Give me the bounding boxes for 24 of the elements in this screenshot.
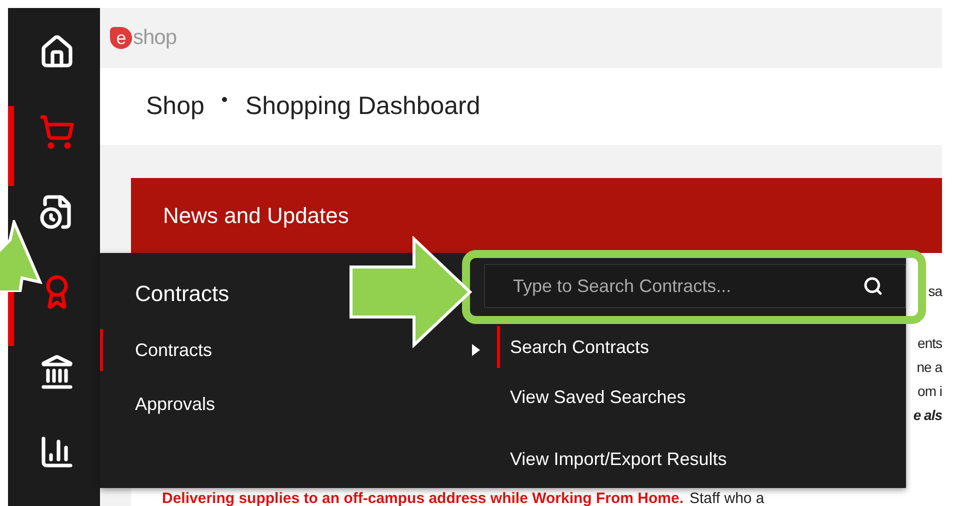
news-text: ne a <box>916 358 942 377</box>
search-icon[interactable] <box>863 276 883 296</box>
cart-icon <box>39 114 75 150</box>
news-text: om i <box>918 382 942 401</box>
caret-icon <box>472 344 480 356</box>
breadcrumb-item[interactable]: Shop <box>146 92 204 121</box>
news-text: Staff who a <box>689 490 764 506</box>
news-text: sa <box>928 282 942 301</box>
submenu-item[interactable]: View Saved Searches <box>497 376 906 418</box>
news-text: e als <box>913 406 942 425</box>
submenu-item[interactable]: View Import/Export Results <box>497 438 906 480</box>
news-text: ents <box>918 334 942 353</box>
breadcrumb-item: Shopping Dashboard <box>245 92 480 121</box>
bar-chart-icon <box>39 434 75 470</box>
search-field[interactable]: Type to Search Contracts... <box>484 264 906 308</box>
news-headline: Delivering supplies to an off-campus address while Working From Home. <box>162 490 684 506</box>
menu-item[interactable]: Approvals <box>100 383 484 425</box>
separator-dot <box>222 97 228 102</box>
submenu-item[interactable]: Search Contracts <box>497 326 906 368</box>
logo[interactable]: e shop <box>110 26 177 50</box>
banner-title: News and Updates <box>163 202 349 228</box>
bank-icon <box>39 354 75 390</box>
home-icon <box>39 34 75 70</box>
menu-title: Contracts <box>135 281 230 307</box>
